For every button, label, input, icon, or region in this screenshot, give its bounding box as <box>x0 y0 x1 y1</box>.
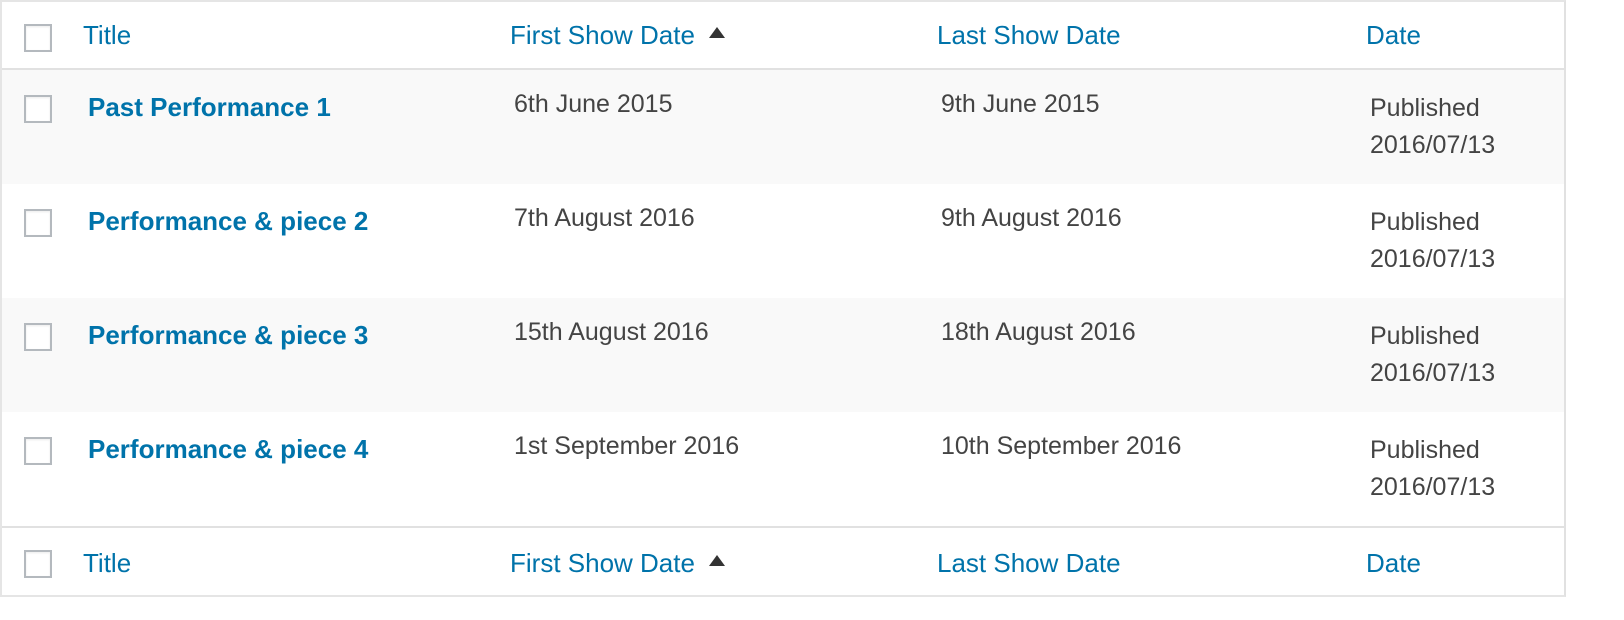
last-show-date-cell: 9th June 2015 <box>941 90 1100 118</box>
publish-date-text: 2016/07/13 <box>1370 359 1496 387</box>
column-footer-title[interactable]: Title <box>83 548 131 579</box>
date-cell: Published 2016/07/13 <box>1370 318 1495 392</box>
status-text: Published <box>1370 94 1480 122</box>
row-checkbox[interactable] <box>24 323 52 351</box>
table-row: Performance & piece 3 15th August 2016 1… <box>2 298 1564 412</box>
column-header-first-show-date-label: First Show Date <box>510 20 695 50</box>
column-footer-date[interactable]: Date <box>1366 548 1421 579</box>
first-show-date-cell: 6th June 2015 <box>514 90 673 118</box>
posts-table: Title First Show Date Last Show Date Dat… <box>0 0 1566 597</box>
table-row: Performance & piece 2 7th August 2016 9t… <box>2 184 1564 298</box>
select-all-checkbox[interactable] <box>24 24 52 52</box>
sort-ascending-icon <box>708 555 725 566</box>
column-footer-last-show-date[interactable]: Last Show Date <box>937 548 1121 579</box>
post-title-link[interactable]: Performance & piece 2 <box>88 206 368 237</box>
last-show-date-cell: 18th August 2016 <box>941 318 1136 346</box>
status-text: Published <box>1370 436 1480 464</box>
column-footer-first-show-date-label: First Show Date <box>510 548 695 578</box>
table-footer: Title First Show Date Last Show Date Dat… <box>2 526 1564 596</box>
row-checkbox[interactable] <box>24 209 52 237</box>
last-show-date-cell: 10th September 2016 <box>941 432 1182 460</box>
row-checkbox[interactable] <box>24 95 52 123</box>
select-all-checkbox-footer[interactable] <box>24 550 52 578</box>
status-text: Published <box>1370 208 1480 236</box>
table-header: Title First Show Date Last Show Date Dat… <box>2 2 1564 70</box>
table-row: Performance & piece 4 1st September 2016… <box>2 412 1564 526</box>
column-footer-first-show-date[interactable]: First Show Date <box>510 548 725 579</box>
date-cell: Published 2016/07/13 <box>1370 204 1495 278</box>
first-show-date-cell: 15th August 2016 <box>514 318 709 346</box>
post-title-link[interactable]: Performance & piece 3 <box>88 320 368 351</box>
date-cell: Published 2016/07/13 <box>1370 432 1495 506</box>
column-header-first-show-date[interactable]: First Show Date <box>510 20 725 51</box>
column-header-date[interactable]: Date <box>1366 20 1421 51</box>
last-show-date-cell: 9th August 2016 <box>941 204 1122 232</box>
sort-ascending-icon <box>708 27 725 38</box>
column-header-title[interactable]: Title <box>83 20 131 51</box>
table-row: Past Performance 1 6th June 2015 9th Jun… <box>2 70 1564 184</box>
row-checkbox[interactable] <box>24 437 52 465</box>
first-show-date-cell: 1st September 2016 <box>514 432 740 460</box>
publish-date-text: 2016/07/13 <box>1370 245 1496 273</box>
status-text: Published <box>1370 322 1480 350</box>
first-show-date-cell: 7th August 2016 <box>514 204 695 232</box>
post-title-link[interactable]: Past Performance 1 <box>88 92 331 123</box>
publish-date-text: 2016/07/13 <box>1370 473 1496 501</box>
date-cell: Published 2016/07/13 <box>1370 90 1495 164</box>
column-header-last-show-date[interactable]: Last Show Date <box>937 20 1121 51</box>
post-title-link[interactable]: Performance & piece 4 <box>88 434 368 465</box>
publish-date-text: 2016/07/13 <box>1370 131 1496 159</box>
